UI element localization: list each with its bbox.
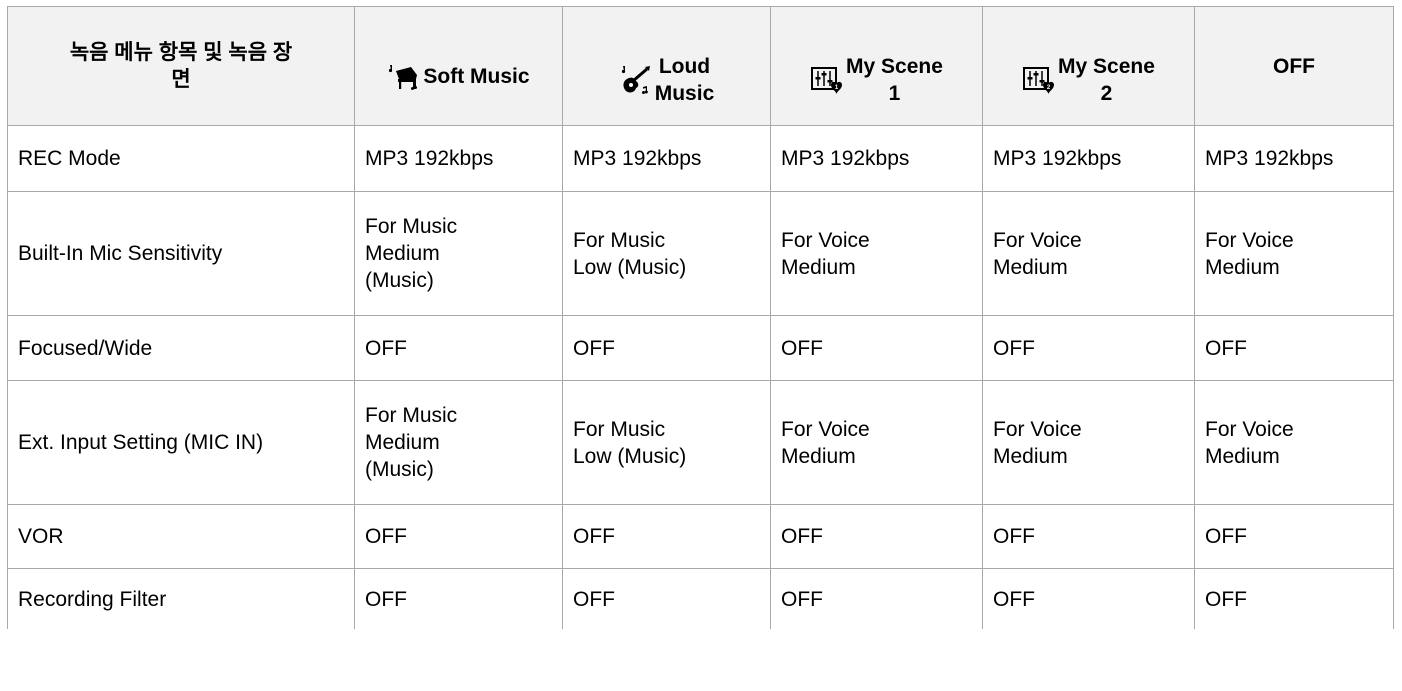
header-loud-music: Loud Music [562,6,771,126]
table-cell: For Voice Medium [1194,380,1394,505]
table-row-focused-wide: Focused/Wide OFF OFF OFF OFF OFF [7,315,1394,381]
table-row-built-in-mic-sensitivity: Built-In Mic Sensitivity For Music Mediu… [7,191,1394,316]
table-cell: OFF [562,504,771,569]
recording-scene-settings-table: 녹음 메뉴 항목 및 녹음 장 면 Soft Music Loud Music … [7,6,1394,629]
table-cell: OFF [354,568,563,629]
table-cell: OFF [354,315,563,381]
row-label: VOR [7,504,355,569]
my-scene-1-icon: 1 [811,66,843,94]
table-cell: OFF [354,504,563,569]
row-label: Recording Filter [7,568,355,629]
table-cell: OFF [1194,315,1394,381]
header-soft-music: Soft Music [354,6,563,126]
table-cell: OFF [562,315,771,381]
table-cell: OFF [982,504,1195,569]
header-off: OFF [1194,6,1394,126]
table-cell: MP3 192kbps [1194,125,1394,192]
table-row-vor: VOR OFF OFF OFF OFF OFF [7,504,1394,569]
table-cell: For Voice Medium [1194,191,1394,316]
table-cell: OFF [562,568,771,629]
table-cell: For Voice Medium [770,380,983,505]
table-cell: For Voice Medium [982,191,1195,316]
table-cell: MP3 192kbps [354,125,563,192]
header-my-scene-2: 2 My Scene 2 [982,6,1195,126]
loud-music-icon [621,65,650,94]
table-cell: For Voice Medium [982,380,1195,505]
my-scene-2-icon: 2 [1023,66,1055,94]
table-cell: For Music Medium (Music) [354,380,563,505]
table-cell: OFF [982,568,1195,629]
row-label: Built-In Mic Sensitivity [7,191,355,316]
table-cell: OFF [770,568,983,629]
table-cell: For Music Medium (Music) [354,191,563,316]
table-row-rec-mode: REC Mode MP3 192kbps MP3 192kbps MP3 192… [7,125,1394,192]
table-cell: For Music Low (Music) [562,380,771,505]
table-row-ext-input-setting: Ext. Input Setting (MIC IN) For Music Me… [7,380,1394,505]
table-cell: OFF [770,315,983,381]
row-label: Ext. Input Setting (MIC IN) [7,380,355,505]
table-row-recording-filter: Recording Filter OFF OFF OFF OFF OFF [7,568,1394,629]
header-my-scene-1: 1 My Scene 1 [770,6,983,126]
table-cell: OFF [1194,504,1394,569]
row-label: REC Mode [7,125,355,192]
table-header-row: 녹음 메뉴 항목 및 녹음 장 면 Soft Music Loud Music … [7,6,1394,126]
table-cell: MP3 192kbps [982,125,1195,192]
soft-music-icon [389,65,418,90]
table-cell: OFF [770,504,983,569]
table-cell: MP3 192kbps [770,125,983,192]
table-cell: MP3 192kbps [562,125,771,192]
table-cell: For Voice Medium [770,191,983,316]
table-cell: OFF [982,315,1195,381]
row-label: Focused/Wide [7,315,355,381]
header-menu-item: 녹음 메뉴 항목 및 녹음 장 면 [7,6,355,126]
table-cell: For Music Low (Music) [562,191,771,316]
table-cell: OFF [1194,568,1394,629]
